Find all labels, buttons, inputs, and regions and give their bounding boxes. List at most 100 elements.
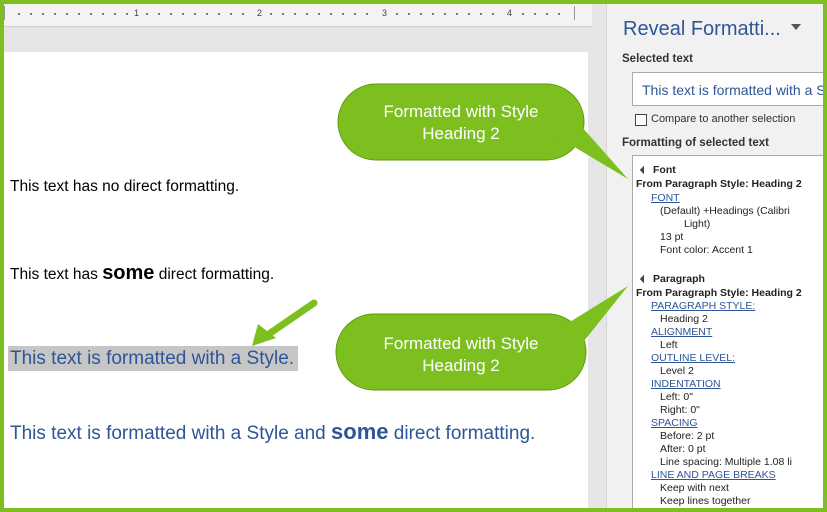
spacing-before-value: Before: 2 pt (660, 430, 715, 442)
ruler-tick (206, 13, 208, 15)
indent-right-value: Right: 0" (660, 404, 700, 416)
ruler-tick (182, 13, 184, 15)
doc-line-no-formatting[interactable]: This text has no direct formatting. (10, 178, 239, 196)
ruler-tick (306, 13, 308, 15)
chevron-down-icon[interactable] (791, 24, 801, 30)
callout-top-line1: Formatted with Style (383, 102, 539, 121)
green-arrow-icon (252, 299, 318, 346)
paragraph-style-value: Heading 2 (660, 313, 708, 325)
alignment-value: Left (660, 339, 678, 351)
ruler-tick (158, 13, 160, 15)
paragraph-section-header[interactable]: Paragraph (639, 273, 705, 285)
ruler-tick (30, 13, 32, 15)
vertical-scrollbar[interactable] (592, 4, 606, 508)
ruler-tick (366, 13, 368, 15)
callout-top-line2: Heading 2 (422, 124, 500, 143)
ruler-tick (342, 13, 344, 15)
line-page-breaks-link[interactable]: LINE AND PAGE BREAKS (651, 469, 776, 481)
ruler-tick (170, 13, 172, 15)
ruler-tick (408, 13, 410, 15)
ruler-tick (66, 13, 68, 15)
pane-title: Reveal Formatti... (623, 18, 781, 40)
compare-checkbox[interactable] (635, 114, 647, 126)
paragraph-style-link[interactable]: PARAGRAPH STYLE: (651, 300, 755, 312)
spacing-after-value: After: 0 pt (660, 443, 706, 455)
ruler-tick (432, 13, 434, 15)
paragraph-source: From Paragraph Style: Heading 2 (636, 287, 802, 299)
ruler-tick (194, 13, 196, 15)
ruler-number-3: 3 (382, 8, 388, 18)
doc-line-some-formatting[interactable]: This text has some direct formatting. (10, 262, 274, 285)
indent-left-value: Left: 0" (660, 391, 693, 403)
ruler-tick (468, 13, 470, 15)
alignment-link[interactable]: ALIGNMENT (651, 326, 712, 338)
formatting-label: Formatting of selected text (622, 137, 769, 149)
selected-text-box[interactable]: This text is formatted with a Style. (632, 72, 823, 106)
ruler-margin-marker[interactable] (4, 6, 5, 20)
outline-level-link[interactable]: OUTLINE LEVEL: (651, 352, 735, 364)
callout-bottom-line2: Heading 2 (422, 356, 500, 375)
ruler-tick (480, 13, 482, 15)
font-value: Light) (684, 218, 711, 230)
font-size-value: 13 pt (660, 231, 684, 243)
spacing-link[interactable]: SPACING (651, 417, 697, 429)
keep-with-next-value: Keep with next (660, 482, 729, 494)
ruler-tick (242, 13, 244, 15)
keep-lines-together-value: Keep lines together (660, 495, 751, 507)
callout-top: Formatted with Style Heading 2 (337, 83, 628, 179)
ruler-tick (396, 13, 398, 15)
collapse-triangle-icon[interactable] (639, 165, 649, 175)
ruler-tick (90, 13, 92, 15)
ruler-tick (522, 13, 524, 15)
ruler-number-2: 2 (257, 8, 263, 18)
doc-bold-text: some (102, 262, 155, 284)
ruler-tick (492, 13, 494, 15)
ruler-tick (18, 13, 20, 15)
font-color-value: Font color: Accent 1 (660, 244, 753, 256)
font-section-title: Font (653, 164, 676, 176)
compare-checkbox-label[interactable]: Compare to another selection (651, 113, 795, 125)
ruler-tick (546, 13, 548, 15)
outline-level-value: Level 2 (660, 365, 694, 377)
doc-text: This text has no direct formatting. (10, 178, 240, 195)
font-link[interactable]: FONT (651, 192, 680, 204)
collapse-triangle-icon[interactable] (639, 274, 649, 284)
doc-text: This text has (10, 266, 103, 283)
ruler-tick (218, 13, 220, 15)
ruler-tick (270, 13, 272, 15)
doc-line-styled-direct[interactable]: This text is formatted with a Style and … (10, 419, 535, 445)
font-section-header[interactable]: Font (639, 164, 676, 176)
ruler-tick (318, 13, 320, 15)
callout-bottom-line1: Formatted with Style (383, 334, 539, 353)
indentation-link[interactable]: INDENTATION (651, 378, 721, 390)
ruler-tick (78, 13, 80, 15)
font-value: (Default) +Headings (Calibri (660, 205, 790, 217)
ruler-tick (534, 13, 536, 15)
ruler-tick (282, 13, 284, 15)
ruler-tick (54, 13, 56, 15)
ruler-tick (294, 13, 296, 15)
ruler-tick (102, 13, 104, 15)
ruler-tick (42, 13, 44, 15)
horizontal-ruler[interactable]: 1 2 3 4 (4, 4, 592, 27)
doc-bold-text: some (331, 419, 389, 444)
selected-text-label: Selected text (622, 53, 693, 65)
screenshot-frame: 1 2 3 4 This text has no direct formatti… (4, 4, 823, 508)
ruler-tick (354, 13, 356, 15)
doc-text: direct formatting. (388, 423, 536, 444)
ruler-tick (330, 13, 332, 15)
paragraph-section-title: Paragraph (653, 273, 705, 285)
ruler-tick (420, 13, 422, 15)
ruler-number-4: 4 (507, 8, 513, 18)
formatting-details-box[interactable]: Font From Paragraph Style: Heading 2 FON… (632, 155, 823, 508)
reveal-formatting-pane: Reveal Formatti... Selected text This te… (606, 4, 823, 508)
doc-text: This text is formatted with a Style and (10, 423, 332, 444)
ruler-tick (444, 13, 446, 15)
doc-text: direct formatting. (154, 266, 275, 283)
ruler-number-1: 1 (134, 8, 140, 18)
ruler-tick (558, 13, 560, 15)
ruler-right-margin-marker[interactable] (574, 6, 575, 20)
callout-bottom: Formatted with Style Heading 2 (335, 286, 628, 391)
ruler-tick (456, 13, 458, 15)
ruler-tick (230, 13, 232, 15)
